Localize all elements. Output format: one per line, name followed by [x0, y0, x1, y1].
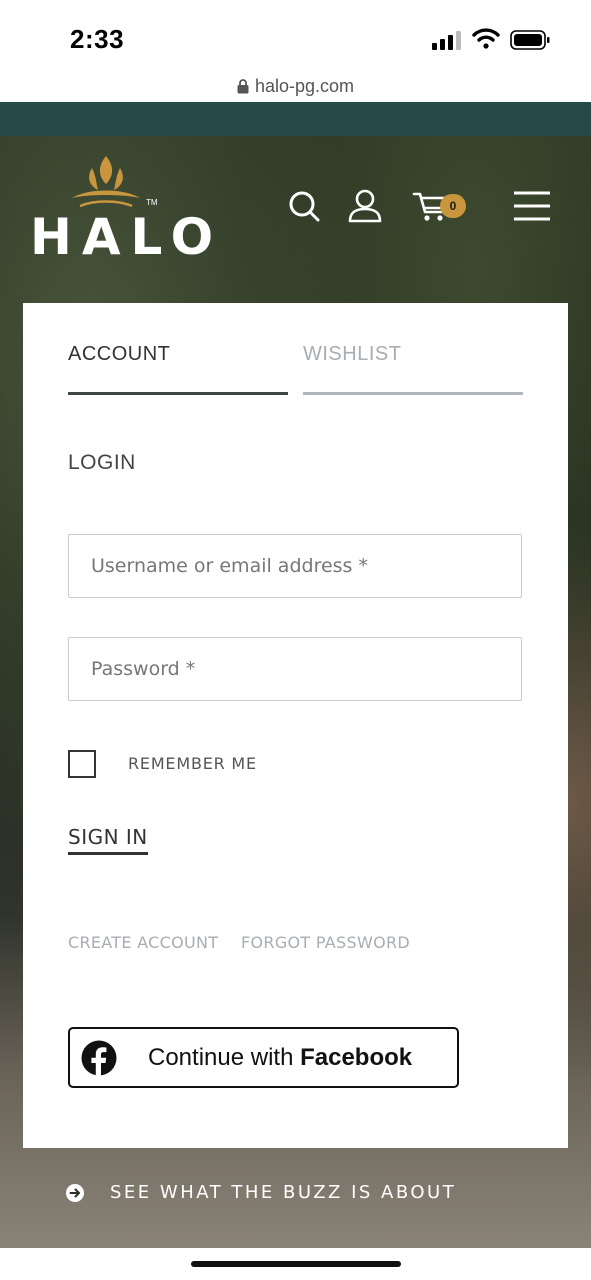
flame-logo-icon: [72, 156, 140, 208]
buzz-link[interactable]: SEE WHAT THE BUZZ IS ABOUT: [66, 1182, 456, 1203]
home-indicator[interactable]: [191, 1261, 401, 1267]
status-bar: 2:33: [0, 0, 591, 70]
facebook-button-label: Continue with Facebook: [148, 1044, 413, 1071]
remember-me-checkbox[interactable]: [68, 750, 96, 778]
battery-icon: [510, 30, 550, 50]
create-account-link[interactable]: CREATE ACCOUNT: [68, 933, 218, 952]
facebook-icon: [81, 1040, 117, 1076]
arrow-circle-right-icon: [66, 1183, 84, 1202]
password-input[interactable]: [68, 637, 522, 701]
buzz-link-label: SEE WHAT THE BUZZ IS ABOUT: [110, 1182, 457, 1203]
status-time: 2:33: [70, 24, 125, 54]
login-card: ACCOUNT WISHLIST LOGIN REMEMBER ME SIGN …: [23, 303, 568, 1148]
url-text: halo-pg.com: [254, 76, 355, 96]
lock-icon: [237, 79, 249, 94]
login-heading: LOGIN: [68, 451, 136, 474]
wifi-icon: [472, 28, 500, 49]
halo-logo[interactable]: HALO TM: [30, 150, 213, 266]
url-bar[interactable]: halo-pg.com: [0, 70, 591, 102]
continue-with-facebook-button[interactable]: Continue with Facebook: [68, 1027, 459, 1088]
logo-wordmark: HALO: [30, 208, 224, 266]
tab-account[interactable]: ACCOUNT: [68, 343, 288, 395]
remember-me-label[interactable]: REMEMBER ME: [128, 754, 257, 773]
logo-trademark: TM: [146, 198, 158, 207]
hamburger-menu-icon[interactable]: [512, 188, 552, 224]
account-icon[interactable]: [347, 188, 383, 224]
home-indicator-area: [0, 1248, 591, 1280]
cart-count-badge: 0: [440, 194, 466, 218]
top-strip: [0, 102, 591, 136]
search-icon[interactable]: [286, 188, 322, 224]
forgot-password-link[interactable]: FORGOT PASSWORD: [241, 933, 410, 952]
tab-wishlist[interactable]: WISHLIST: [303, 343, 523, 395]
username-input[interactable]: [68, 534, 522, 598]
signal-icon: [432, 31, 461, 50]
sign-in-button[interactable]: SIGN IN: [68, 825, 148, 855]
